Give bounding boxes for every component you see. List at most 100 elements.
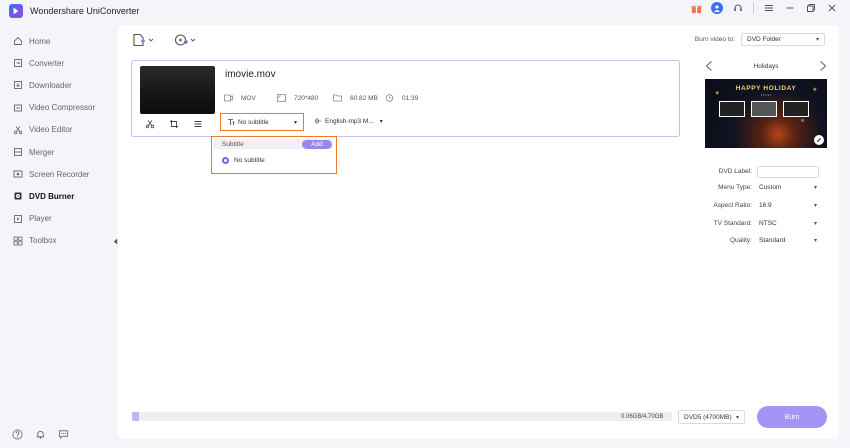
audio-track-value: English-mp3 M... [325,117,374,125]
recorder-icon [12,169,23,180]
quality-select[interactable]: Standard ▾ [757,234,819,247]
sidebar-item-label: Merger [29,147,55,157]
close-icon[interactable] [826,2,838,14]
effects-menu-icon[interactable] [193,119,203,129]
tv-standard-label: TV Standard: [713,220,752,227]
audio-wave-icon [315,118,321,124]
add-file-icon [133,33,145,47]
support-icon[interactable] [732,2,744,14]
template-preview-subtitle: • • • • • [760,93,772,97]
burn-to-select[interactable]: DVD Folder ▾ [741,33,825,46]
sidebar-item-video-compressor[interactable]: Video Compressor [0,97,118,119]
compressor-icon [12,102,23,113]
folder-icon [333,94,342,102]
minimize-icon[interactable] [784,2,796,14]
sidebar-item-label: Converter [29,58,65,68]
crop-icon[interactable] [169,119,179,129]
feedback-icon[interactable] [58,429,69,440]
audio-track-select[interactable]: English-mp3 M... ▾ [313,117,383,125]
add-files-button[interactable] [132,33,154,47]
maximize-icon[interactable] [805,2,817,14]
sidebar-item-merger[interactable]: Merger [0,141,118,163]
sidebar-item-video-editor[interactable]: Video Editor [0,119,118,141]
burn-to-label: Burn video to: [694,36,735,43]
sidebar: Home Converter Downloader Video Compress… [0,30,118,252]
template-preview[interactable]: HAPPY HOLIDAY • • • • • [705,79,827,148]
sidebar-item-label: Video Editor [29,125,73,135]
burn-button[interactable]: Burn [757,406,827,428]
burn-to-value: DVD Folder [747,36,781,43]
template-name: Holidays [753,62,779,70]
toolbox-icon [12,235,23,246]
sidebar-item-toolbox[interactable]: Toolbox [0,230,118,252]
chevron-down-icon: ▾ [813,185,817,191]
format-info: MOV [224,94,256,102]
converter-icon [12,58,23,69]
subtitle-dropdown: Subtitle Add No subtitle [211,136,337,174]
template-frame [783,101,809,117]
resolution-info: 720*480 [277,94,318,102]
user-icon[interactable] [711,2,723,14]
template-header: Holidays [705,61,827,71]
add-dvd-button[interactable] [174,33,196,47]
template-frame [751,101,777,117]
tv-standard-select[interactable]: NTSC ▾ [757,217,819,230]
menu-icon[interactable] [763,2,775,14]
subtitle-select[interactable]: No subtitle ▾ [220,113,304,131]
chevron-down-icon: ▾ [379,118,383,125]
menu-type-value: Custom [759,184,782,191]
chevron-down-icon: ▾ [293,119,297,126]
bell-icon[interactable] [35,429,46,440]
chevron-down-icon: ▾ [813,238,817,244]
app-title: Wondershare UniConverter [30,6,140,16]
help-icon[interactable] [12,429,23,440]
sidebar-item-converter[interactable]: Converter [0,52,118,74]
player-icon [12,213,23,224]
chevron-down-icon [190,38,196,42]
tv-standard-row: TV Standard: NTSC ▾ [705,217,827,230]
tv-standard-value: NTSC [759,220,777,227]
subtitle-dropdown-title: Subtitle [222,140,244,148]
sidebar-item-player[interactable]: Player [0,208,118,230]
edit-template-icon[interactable] [814,135,824,145]
sidebar-item-dvd-burner[interactable]: DVD Burner [0,185,118,207]
gift-icon[interactable] [690,2,702,14]
dvd-icon [12,191,23,202]
main-panel: Burn video to: DVD Folder ▾ imovie.mov M… [118,25,839,439]
menu-type-row: Menu Type: Custom ▾ [705,181,827,194]
sidebar-item-screen-recorder[interactable]: Screen Recorder [0,163,118,185]
dvd-label-input[interactable] [757,165,819,178]
sidebar-bottom-icons [12,429,69,440]
sidebar-item-label: Screen Recorder [29,169,90,179]
merger-icon [12,147,23,158]
radio-selected-icon [222,157,229,164]
video-thumbnail[interactable] [140,66,215,114]
sidebar-item-downloader[interactable]: Downloader [0,74,118,96]
quality-label: Quality: [729,237,752,244]
sidebar-item-label: DVD Burner [29,191,75,201]
duration-value: 01:39 [402,94,419,102]
disc-usage-fill [132,412,139,421]
title-bar: Wondershare UniConverter [0,0,850,22]
sidebar-item-label: Player [29,214,52,224]
disc-type-select[interactable]: DVD5 (4700MB) ▾ [678,410,745,424]
thumbnail-tools [145,119,203,129]
disc-usage-bar [132,412,672,421]
duration-info: 01:39 [385,94,418,102]
trim-icon[interactable] [145,119,155,129]
subtitle-value: No subtitle [238,118,269,126]
sidebar-item-label: Downloader [29,80,72,90]
subtitle-option-none[interactable]: No subtitle [222,157,265,164]
next-template-icon[interactable] [819,61,827,71]
format-value: MOV [241,94,256,102]
template-preview-title: HAPPY HOLIDAY [735,85,797,92]
sidebar-item-home[interactable]: Home [0,30,118,52]
menu-type-select[interactable]: Custom ▾ [757,181,819,194]
add-subtitle-button[interactable]: Add [302,139,332,149]
video-format-icon [224,94,233,102]
separator [753,3,754,13]
prev-template-icon[interactable] [705,61,713,71]
aspect-ratio-value: 16:9 [759,202,772,209]
file-card[interactable]: imovie.mov MOV 720*480 60.82 MB 01:39 No… [131,60,680,137]
aspect-ratio-select[interactable]: 16:9 ▾ [757,199,819,212]
